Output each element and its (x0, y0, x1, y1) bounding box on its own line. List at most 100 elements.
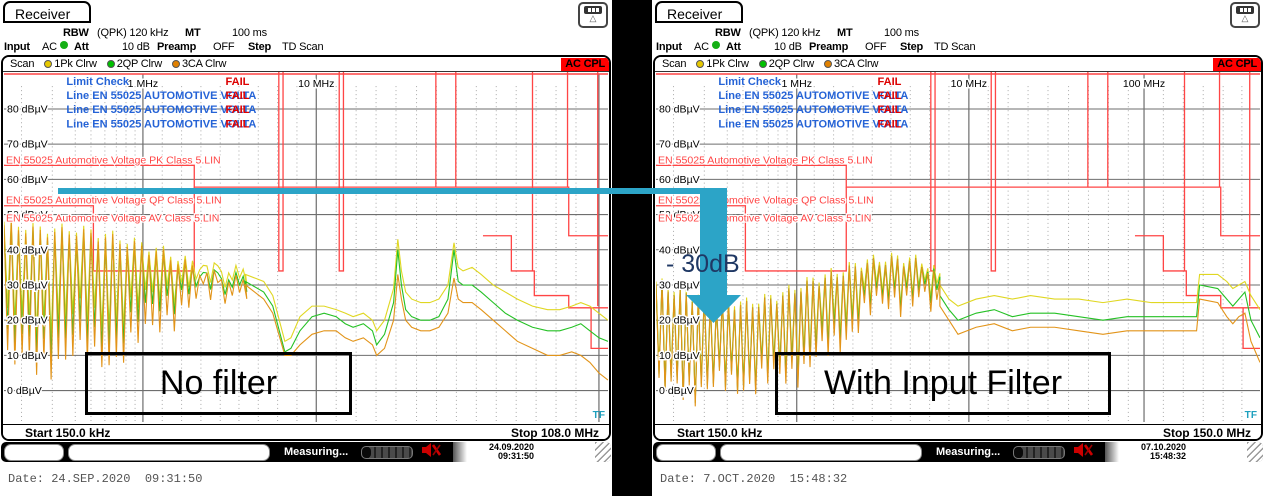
ac-coupling-badge: AC CPL (561, 58, 609, 71)
step-value[interactable]: TD Scan (282, 41, 323, 53)
svg-text:10 MHz: 10 MHz (951, 78, 987, 90)
input-label: Input (656, 41, 682, 53)
ac-coupling-badge: AC CPL (1213, 58, 1261, 71)
header-row-bandwidth: RBW (QPK) 120 kHz MT 100 ms (652, 27, 1264, 40)
svg-text:60 dBµV: 60 dBµV (7, 174, 48, 186)
start-frequency: Start 150.0 kHz (677, 426, 762, 440)
preamp-value[interactable]: OFF (213, 41, 234, 53)
frequency-range-bar: Start 150.0 kHz Stop 108.0 MHz (3, 424, 609, 441)
input-field-small[interactable] (4, 444, 64, 461)
svg-text:0 dBµV: 0 dBµV (659, 385, 694, 397)
svg-text:70 dBµV: 70 dBµV (7, 139, 48, 151)
screenshot-date: Date: 24.SEP.2020 09:31:50 (8, 472, 202, 486)
mt-label: MT (185, 27, 200, 39)
rbw-label: RBW (715, 27, 741, 39)
svg-text:100 MHz: 100 MHz (1123, 78, 1165, 90)
rbw-label: RBW (63, 27, 89, 39)
audio-muted-icon (1074, 443, 1093, 462)
measuring-status: Measuring... (936, 446, 1000, 458)
delta-icon: △ (1232, 14, 1258, 23)
svg-text:10 dBµV: 10 dBµV (659, 350, 700, 362)
att-value[interactable]: 10 dB (774, 41, 802, 53)
mt-value[interactable]: 100 ms (232, 27, 267, 39)
resize-grip[interactable] (595, 442, 611, 462)
att-value[interactable]: 10 dB (122, 41, 150, 53)
caption-with-input-filter: With Input Filter (775, 352, 1111, 415)
trace-1pk[interactable]: 1Pk Clrw (696, 58, 748, 70)
svg-text:EN 55025 Automotive Voltage PK: EN 55025 Automotive Voltage PK Class 5.L… (658, 154, 873, 166)
input-field-small[interactable] (656, 444, 716, 461)
rbw-value[interactable]: (QPK) 120 kHz (97, 27, 168, 39)
svg-text:1 MHz: 1 MHz (781, 78, 811, 90)
mt-value[interactable]: 100 ms (884, 27, 919, 39)
step-label: Step (900, 41, 923, 53)
svg-text:30 dBµV: 30 dBµV (7, 279, 48, 291)
stop-frequency: Stop 150.0 MHz (1163, 426, 1251, 440)
input-field-large[interactable] (720, 444, 922, 461)
svg-text:EN 55025 Automotive Voltage AV: EN 55025 Automotive Voltage AV Class 5.L… (658, 212, 871, 224)
stop-frequency: Stop 108.0 MHz (511, 426, 599, 440)
header-row-input: Input AC Att 10 dB Preamp OFF Step TD Sc… (0, 41, 612, 54)
status-bar: Measuring... 07.10.202015:48:32 (653, 442, 1263, 462)
device-status-icon[interactable]: △ (578, 2, 608, 28)
input-value[interactable]: AC (42, 41, 57, 53)
caption-no-filter: No filter (85, 352, 352, 415)
svg-text:EN 55025 Automotive Voltage QP: EN 55025 Automotive Voltage QP Class 5.L… (658, 195, 874, 207)
trace-3ca[interactable]: 3CA Clrw (172, 58, 226, 70)
svg-text:20 dBµV: 20 dBµV (659, 315, 700, 327)
preamp-label: Preamp (157, 41, 196, 53)
svg-text:FAIL: FAIL (225, 104, 249, 116)
input-field-large[interactable] (68, 444, 270, 461)
svg-text:FAIL: FAIL (877, 90, 901, 102)
step-value[interactable]: TD Scan (934, 41, 975, 53)
att-label: Att (74, 41, 89, 53)
scan-label: Scan (662, 58, 686, 70)
trace1-color-dot (44, 60, 52, 68)
step-label: Step (248, 41, 271, 53)
receiver-tab[interactable]: Receiver (655, 1, 743, 23)
svg-text:70 dBµV: 70 dBµV (659, 139, 700, 151)
input-value[interactable]: AC (694, 41, 709, 53)
status-bar: Measuring... 24.09.202009:31:50 (1, 442, 611, 462)
header-row-input: Input AC Att 10 dB Preamp OFF Step TD Sc… (652, 41, 1264, 54)
trace-2qp[interactable]: 2QP Clrw (759, 58, 814, 70)
svg-text:30 dBµV: 30 dBµV (659, 279, 700, 291)
trace3-color-dot (172, 60, 180, 68)
input-label: Input (4, 41, 30, 53)
att-label: Att (726, 41, 741, 53)
svg-text:20 dBµV: 20 dBµV (7, 315, 48, 327)
device-status-icon[interactable]: △ (1230, 2, 1260, 28)
scan-trace-bar: Scan 1Pk Clrw 2QP Clrw 3CA Clrw AC CPL (655, 57, 1261, 72)
audio-muted-icon (422, 443, 441, 462)
svg-text:EN 55025 Automotive Voltage AV: EN 55025 Automotive Voltage AV Class 5.L… (6, 212, 219, 224)
svg-text:TF: TF (1245, 410, 1257, 421)
trace2-color-dot (107, 60, 115, 68)
rbw-value[interactable]: (QPK) 120 kHz (749, 27, 820, 39)
trace-2qp[interactable]: 2QP Clrw (107, 58, 162, 70)
svg-text:60 dBµV: 60 dBµV (659, 174, 700, 186)
scan-trace-bar: Scan 1Pk Clrw 2QP Clrw 3CA Clrw AC CPL (3, 57, 609, 72)
svg-text:EN 55025 Automotive Voltage QP: EN 55025 Automotive Voltage QP Class 5.L… (6, 195, 222, 207)
svg-text:Limit Check: Limit Check (718, 76, 781, 88)
preamp-label: Preamp (809, 41, 848, 53)
clock-section: 07.10.202015:48:32 (1105, 442, 1263, 462)
resize-grip[interactable] (1247, 442, 1263, 462)
status-time: 15:48:32 (1150, 451, 1186, 461)
trace2-color-dot (759, 60, 767, 68)
input-status-led (712, 41, 720, 49)
trace-3ca[interactable]: 3CA Clrw (824, 58, 878, 70)
scan-label: Scan (10, 58, 34, 70)
start-frequency: Start 150.0 kHz (25, 426, 110, 440)
svg-text:FAIL: FAIL (225, 90, 249, 102)
svg-text:0 dBµV: 0 dBµV (7, 385, 42, 397)
trace-1pk[interactable]: 1Pk Clrw (44, 58, 96, 70)
svg-text:FAIL: FAIL (225, 76, 249, 88)
page: Receiver △ RBW (QPK) 120 kHz MT 100 ms I… (0, 0, 1264, 496)
svg-text:EN 55025 Automotive Voltage PK: EN 55025 Automotive Voltage PK Class 5.L… (6, 154, 221, 166)
receiver-tab[interactable]: Receiver (3, 1, 91, 23)
preamp-value[interactable]: OFF (865, 41, 886, 53)
svg-text:10 MHz: 10 MHz (298, 78, 334, 90)
trace3-color-dot (824, 60, 832, 68)
svg-text:FAIL: FAIL (225, 118, 249, 130)
svg-text:10 dBµV: 10 dBµV (7, 350, 48, 362)
